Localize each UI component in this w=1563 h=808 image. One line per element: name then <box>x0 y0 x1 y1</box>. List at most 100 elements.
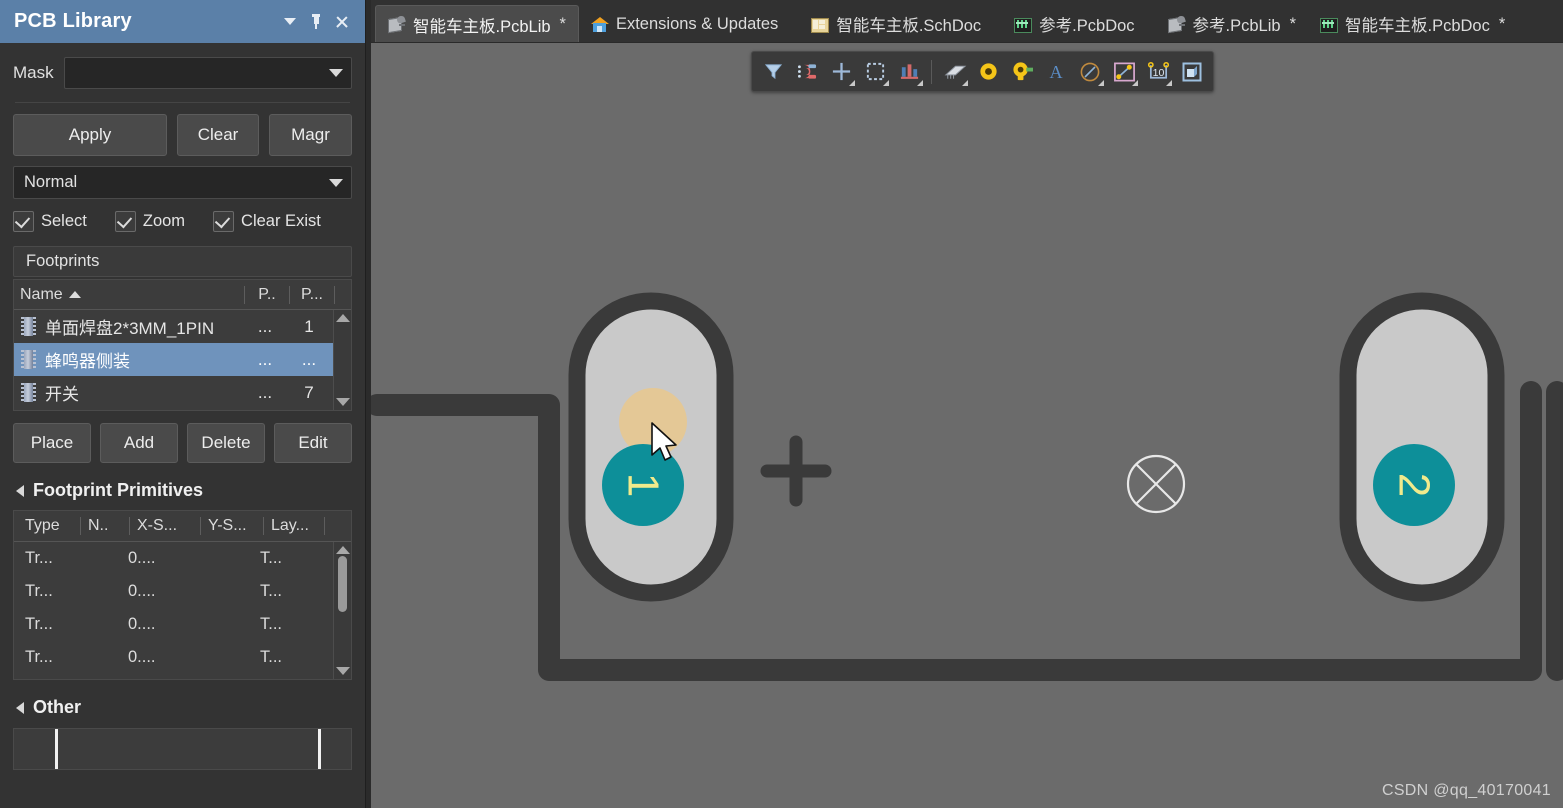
table-row[interactable]: 开关 ... 7 <box>14 376 351 409</box>
scrollbar-thumb[interactable] <box>338 556 347 612</box>
tab-extensions-updates[interactable]: Extensions & Updates <box>579 5 799 42</box>
checkbox-box[interactable] <box>114 211 136 232</box>
marquee-select-icon[interactable] <box>859 56 891 87</box>
column-header-pads[interactable]: P.. <box>245 280 289 309</box>
primitive-layer: T... <box>260 648 283 666</box>
column-header-layer[interactable]: Lay... <box>264 511 324 541</box>
via-icon[interactable] <box>1006 56 1038 87</box>
chevron-down-icon[interactable] <box>1098 80 1104 86</box>
dimension-icon[interactable]: 10 <box>1142 56 1174 87</box>
checkbox-clear-exist[interactable]: Clear Exist <box>213 211 321 232</box>
footprint-name: 单面焊盘2*3MM_1PIN <box>45 319 215 338</box>
document-tab-bar[interactable]: 智能车主板.PcbLib * Extensions & Updates 智能车主… <box>371 0 1563 43</box>
pcb-canvas[interactable]: 1 2 A 10 CSDN @qq_40170041 <box>371 43 1563 808</box>
scroll-up-icon[interactable] <box>335 314 350 322</box>
collapse-triangle-icon[interactable] <box>16 484 24 497</box>
apply-button[interactable]: Apply <box>13 114 167 156</box>
tab-schdoc-main[interactable]: 智能车主板.SchDoc <box>799 5 1002 42</box>
text-string-icon[interactable]: A <box>1040 56 1072 87</box>
table-row[interactable]: Tr... 0.... T... <box>14 542 351 575</box>
primitive-layer: T... <box>260 582 283 600</box>
align-icon[interactable] <box>893 56 925 87</box>
primitive-xsize: 0.... <box>128 648 156 666</box>
footprints-scrollbar[interactable] <box>333 310 351 410</box>
footprints-table[interactable]: Name P.. P... 单面焊盘2*3MM_1PIN ... 1 蜂鸣器侧装… <box>13 279 352 411</box>
other-section-header[interactable]: Other <box>13 697 352 718</box>
footprints-group-header: Footprints <box>13 246 352 277</box>
primitives-scrollbar[interactable] <box>333 542 351 679</box>
tab-label: Extensions & Updates <box>615 14 779 33</box>
checkbox-select[interactable]: Select <box>13 211 87 232</box>
delete-button[interactable]: Delete <box>187 423 265 463</box>
magnify-button[interactable]: Magr <box>269 114 352 156</box>
primitives-table-body[interactable]: Tr... 0.... T... Tr... 0.... T... Tr... … <box>14 542 351 679</box>
section-label: Other <box>33 697 82 717</box>
scroll-up-icon[interactable] <box>335 546 350 554</box>
primitive-type: Tr... <box>25 582 53 600</box>
footprints-table-body[interactable]: 单面焊盘2*3MM_1PIN ... 1 蜂鸣器侧装 ... ... 开关 ..… <box>14 310 351 410</box>
mask-mode-select[interactable]: Normal <box>13 166 352 199</box>
chevron-down-icon[interactable] <box>329 178 343 187</box>
filter-icon[interactable] <box>757 56 789 87</box>
polygon-pour-icon[interactable] <box>1176 56 1208 87</box>
tab-pcbdoc-reference[interactable]: 参考.PcbDoc <box>1002 5 1155 42</box>
column-divider <box>324 517 325 535</box>
magnet-icon-glyph <box>797 64 816 79</box>
keepout-region-icon[interactable] <box>1108 56 1140 87</box>
panel-close-button[interactable] <box>329 9 355 35</box>
chevron-down-icon <box>284 18 296 25</box>
column-header-primitives[interactable]: P... <box>290 280 334 309</box>
checkbox-box[interactable] <box>213 211 235 232</box>
other-preview-box[interactable] <box>13 728 352 770</box>
checkbox-zoom[interactable]: Zoom <box>114 211 186 232</box>
table-row[interactable]: 单面焊盘2*3MM_1PIN ... 1 <box>14 310 351 343</box>
scroll-down-icon[interactable] <box>335 667 350 675</box>
chevron-down-icon[interactable] <box>849 80 855 86</box>
pad-round-icon[interactable] <box>972 56 1004 87</box>
primitives-table[interactable]: Type N.. X-S... Y-S... Lay... Tr... 0...… <box>13 510 352 680</box>
chevron-down-icon[interactable] <box>917 80 923 86</box>
tab-pcbdoc-main[interactable]: 智能车主板.PcbDoc * <box>1308 5 1517 42</box>
place-button[interactable]: Place <box>13 423 91 463</box>
crosshair-place-icon[interactable] <box>825 56 857 87</box>
origin-marker <box>1126 454 1186 514</box>
chevron-down-icon[interactable] <box>962 80 968 86</box>
checkbox-label: Zoom <box>142 212 186 230</box>
chevron-down-icon[interactable] <box>1166 80 1172 86</box>
panel-pin-button[interactable] <box>303 9 329 35</box>
tab-pcblib-reference[interactable]: 参考.PcbLib * <box>1156 5 1308 42</box>
chevron-down-icon[interactable] <box>329 69 343 77</box>
table-row[interactable]: Tr... 0.... T... <box>14 641 351 674</box>
table-row[interactable]: 蜂鸣器侧装 ... ... <box>14 343 351 376</box>
footprint-icon <box>21 317 36 336</box>
collapse-triangle-icon[interactable] <box>16 701 24 714</box>
home-icon <box>590 16 609 33</box>
mask-input[interactable] <box>63 57 352 89</box>
panel-menu-button[interactable] <box>277 9 303 35</box>
pcb-toolbar[interactable]: A 10 <box>751 51 1214 92</box>
mask-mode-value: Normal <box>24 173 78 191</box>
add-button[interactable]: Add <box>100 423 178 463</box>
footprint-primitives-section-header[interactable]: Footprint Primitives <box>13 480 352 501</box>
edit-button[interactable]: Edit <box>274 423 352 463</box>
chevron-down-icon[interactable] <box>1132 80 1138 86</box>
component-body-icon[interactable] <box>938 56 970 87</box>
column-header-name[interactable]: Name <box>14 280 244 309</box>
magnet-icon[interactable] <box>791 56 823 87</box>
table-row[interactable]: Tr... 0.... T... <box>14 575 351 608</box>
arc-icon[interactable] <box>1074 56 1106 87</box>
column-header-xsize[interactable]: X-S... <box>130 511 200 541</box>
panel-splitter[interactable] <box>366 0 371 808</box>
column-header-ysize[interactable]: Y-S... <box>201 511 263 541</box>
table-row[interactable]: Tr... 0.... T... <box>14 608 351 641</box>
column-header-name[interactable]: N.. <box>81 511 129 541</box>
table-row[interactable]: Tr... 0.... T... <box>14 674 351 679</box>
checkbox-box[interactable] <box>13 211 34 232</box>
scroll-down-icon[interactable] <box>335 398 350 406</box>
pcbdoc-icon <box>1319 16 1338 33</box>
tab-pcblib-main[interactable]: 智能车主板.PcbLib * <box>375 5 579 42</box>
align-icon-glyph <box>900 63 918 79</box>
clear-button[interactable]: Clear <box>177 114 259 156</box>
chevron-down-icon[interactable] <box>883 80 889 86</box>
column-header-type[interactable]: Type <box>14 511 80 541</box>
